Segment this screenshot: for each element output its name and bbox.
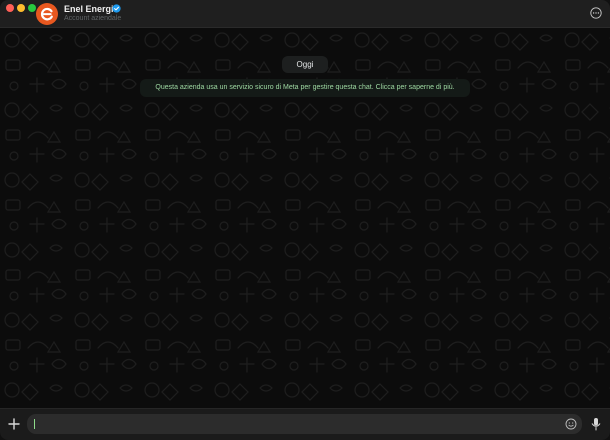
verified-badge-icon — [112, 4, 121, 13]
emoji-icon[interactable] — [565, 418, 577, 430]
window-maximize-button[interactable] — [28, 4, 36, 12]
enel-logo-icon — [40, 7, 53, 21]
message-composer — [0, 408, 610, 440]
date-separator: Oggi — [282, 56, 328, 73]
window-close-button[interactable] — [6, 4, 14, 12]
chat-header: Enel Energia Account aziendale — [0, 0, 610, 28]
window-minimize-button[interactable] — [17, 4, 25, 12]
avatar[interactable] — [36, 3, 58, 25]
contact-name[interactable]: Enel Energia — [64, 4, 119, 14]
business-info-message[interactable]: Questa azienda usa un servizio sicuro di… — [140, 79, 470, 97]
chat-area: Oggi Questa azienda usa un servizio sicu… — [0, 28, 610, 408]
message-input[interactable] — [27, 414, 582, 434]
text-caret — [34, 419, 35, 429]
more-options-icon[interactable] — [590, 7, 602, 19]
plus-icon[interactable] — [7, 417, 21, 431]
microphone-icon[interactable] — [590, 417, 602, 431]
contact-subtitle: Account aziendale — [64, 15, 122, 22]
app-window: Enel Energia Account aziendale Oggi Ques… — [0, 0, 610, 440]
